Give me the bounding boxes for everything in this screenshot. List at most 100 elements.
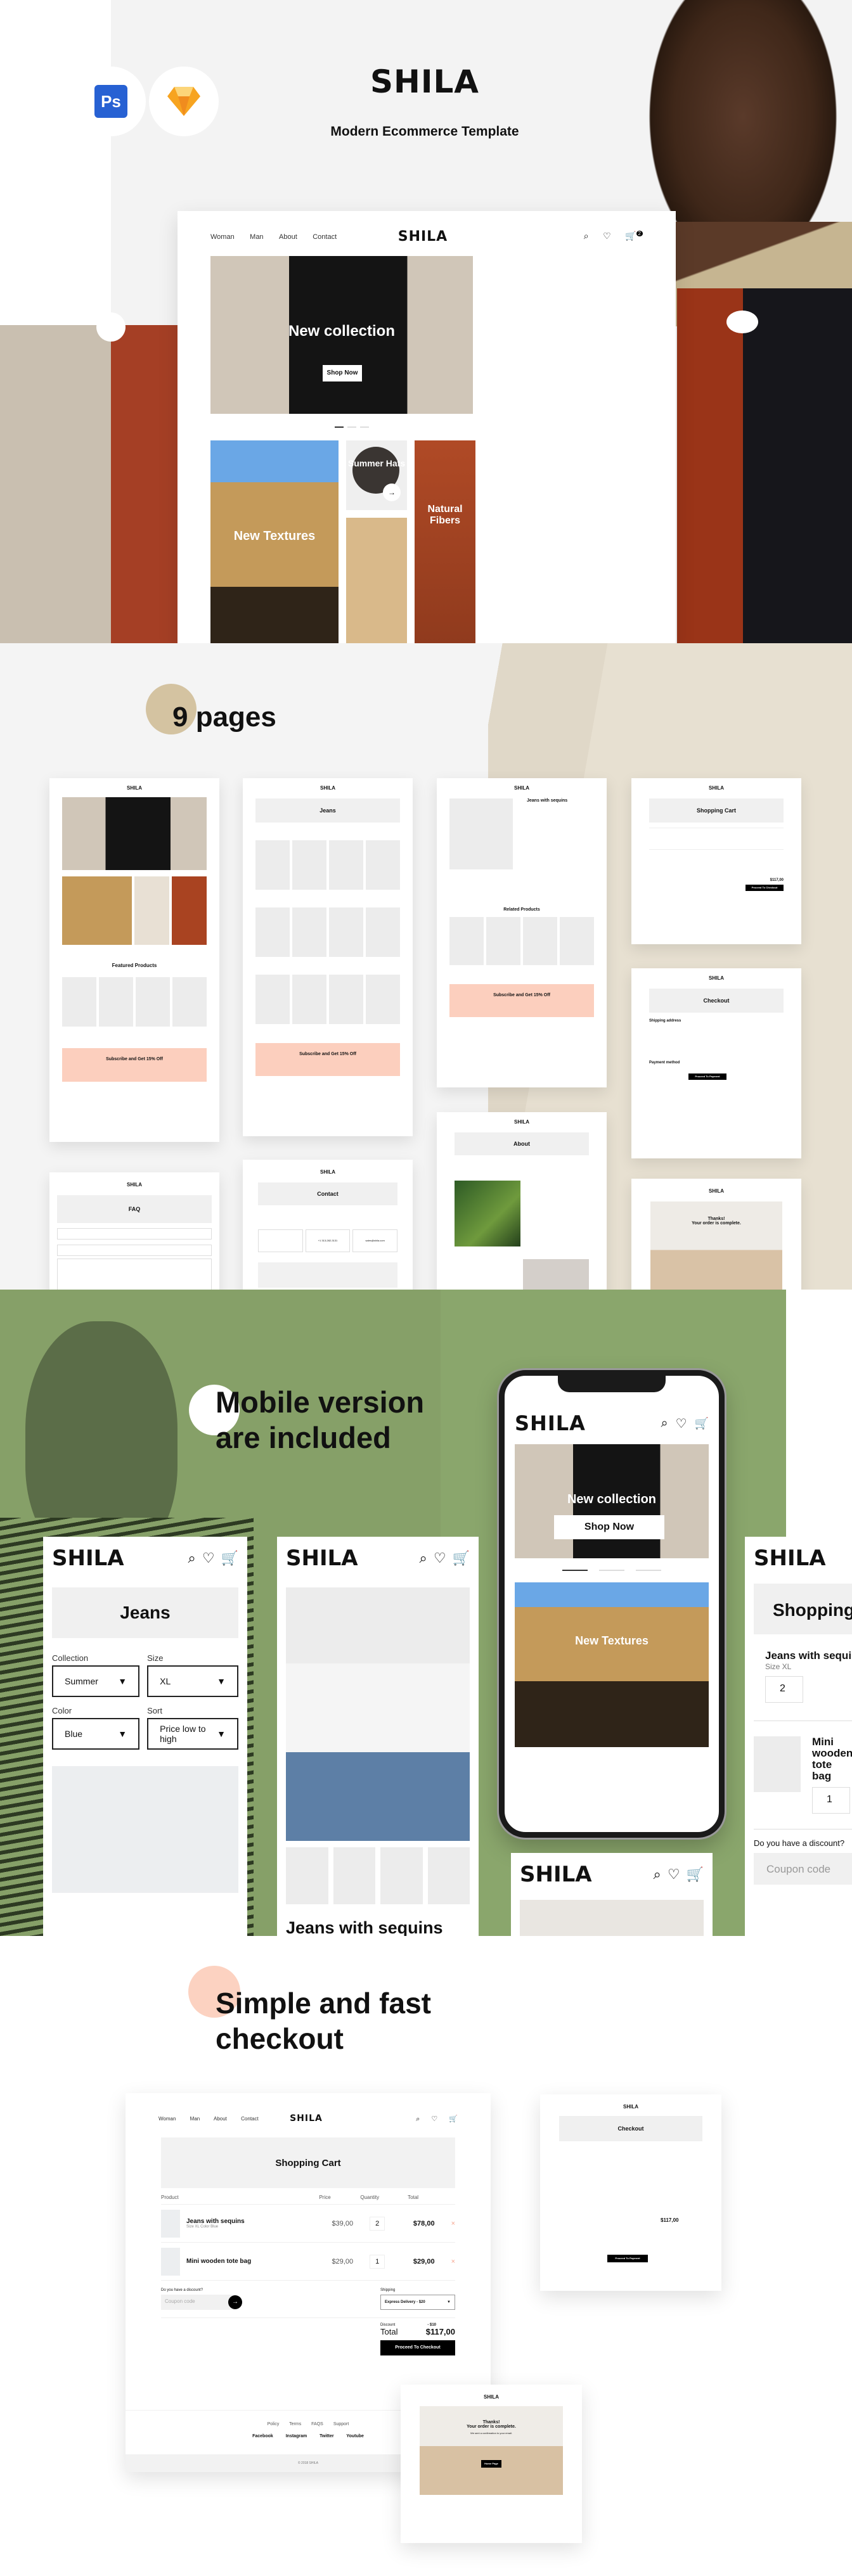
nav-link-woman[interactable]: Woman bbox=[158, 2116, 176, 2122]
site-logo[interactable]: SHILA bbox=[515, 1411, 653, 1435]
site-logo[interactable]: SHILA bbox=[286, 1546, 413, 1571]
quantity-stepper[interactable]: 2 bbox=[765, 1676, 803, 1703]
footer-link[interactable]: Support bbox=[333, 2422, 349, 2426]
product-thumbnail[interactable] bbox=[161, 2209, 180, 2238]
nav-link-contact[interactable]: Contact bbox=[313, 233, 337, 241]
mobile-section: Mobile version are included SHILA ⌕ ♡ 🛒 … bbox=[0, 1290, 852, 1936]
site-logo[interactable]: SHILA bbox=[52, 1546, 182, 1571]
carousel-dot[interactable] bbox=[360, 426, 369, 428]
search-icon[interactable]: ⌕ bbox=[416, 2115, 420, 2123]
coupon-input[interactable]: Coupon code bbox=[754, 1853, 852, 1885]
heart-icon[interactable]: ♡ bbox=[676, 1416, 687, 1432]
shop-now-button[interactable]: Shop Now bbox=[323, 365, 362, 381]
page-thumb-product[interactable]: SHILA Jeans with sequins Related Product… bbox=[437, 778, 607, 1087]
mobile-home-screen: SHILA ⌕ ♡ 🛒 bbox=[511, 1853, 713, 1936]
page-thumb-checkout[interactable]: SHILA Checkout Shipping address Payment … bbox=[631, 968, 801, 1158]
category-card-party-shoes[interactable] bbox=[346, 518, 407, 643]
footer-link[interactable]: Policy bbox=[268, 2422, 280, 2426]
decorative-dot bbox=[726, 311, 758, 333]
category-card-new-textures[interactable]: New Textures bbox=[515, 1582, 709, 1747]
caret-down-icon: ▼ bbox=[217, 1729, 226, 1739]
nav-link-man[interactable]: Man bbox=[190, 2116, 200, 2122]
search-icon[interactable]: ⌕ bbox=[188, 1550, 196, 1567]
nav-link-contact[interactable]: Contact bbox=[241, 2116, 259, 2122]
heart-icon[interactable]: ♡ bbox=[431, 2115, 437, 2123]
phone-notch bbox=[558, 1376, 666, 1392]
page-thumb-faq[interactable]: SHILA FAQ bbox=[49, 1172, 219, 1290]
category-card-summer-hats[interactable]: Summer Hats → bbox=[346, 440, 407, 510]
heart-icon[interactable]: ♡ bbox=[603, 231, 611, 241]
social-link-twitter[interactable]: Twitter bbox=[320, 2434, 333, 2438]
remove-icon[interactable]: × bbox=[451, 2258, 455, 2265]
cart-item: Jeans with sequinsSize XL2 bbox=[754, 1650, 852, 1705]
color-select[interactable]: Blue ▼ bbox=[52, 1718, 140, 1750]
carousel-dot-active[interactable] bbox=[335, 426, 344, 428]
page-thumb-contact[interactable]: SHILA Contact +1 313-282-3131 sales@shila… bbox=[243, 1160, 413, 1290]
site-logo[interactable]: SHILA bbox=[290, 2113, 323, 2124]
page-thumb-category[interactable]: SHILA Jeans Subscribe and Get 15% Off bbox=[243, 778, 413, 1136]
product-thumbnails bbox=[286, 1847, 470, 1904]
search-icon[interactable]: ⌕ bbox=[420, 1550, 427, 1567]
footer-link[interactable]: FAQS bbox=[311, 2422, 323, 2426]
nav-link-man[interactable]: Man bbox=[250, 233, 263, 241]
cart-icon[interactable]: 🛒 bbox=[695, 1417, 709, 1430]
category-card-natural-fibers[interactable]: Natural Fibers bbox=[415, 440, 475, 643]
category-label: New Textures bbox=[233, 529, 316, 543]
quantity-stepper[interactable]: 1 bbox=[370, 2254, 385, 2269]
heart-icon[interactable]: ♡ bbox=[668, 1866, 680, 1883]
category-card-new-textures[interactable]: New Textures bbox=[210, 440, 339, 643]
heart-icon[interactable]: ♡ bbox=[202, 1550, 215, 1567]
social-link-youtube[interactable]: Youtube bbox=[346, 2434, 363, 2438]
site-logo[interactable]: SHILA bbox=[398, 229, 448, 245]
category-label: Summer Hats bbox=[347, 458, 406, 468]
sort-select[interactable]: Price low to high ▼ bbox=[147, 1718, 238, 1750]
caret-down-icon: ▼ bbox=[118, 1676, 127, 1686]
cart-icon[interactable]: 🛒 bbox=[453, 1550, 470, 1567]
photoshop-icon: Ps bbox=[94, 85, 127, 118]
checkout-page-thumb[interactable]: SHILA Checkout $117,00 Proceed To Paymen… bbox=[540, 2094, 721, 2291]
footer-link[interactable]: Terms bbox=[289, 2422, 301, 2426]
social-link-instagram[interactable]: Instagram bbox=[286, 2434, 307, 2438]
apply-coupon-button[interactable]: → bbox=[228, 2295, 242, 2309]
cart-icon[interactable]: 🛒 bbox=[687, 1866, 704, 1883]
proceed-to-checkout-button[interactable]: Proceed To Checkout bbox=[380, 2340, 455, 2355]
quantity-stepper[interactable]: 2 bbox=[370, 2216, 385, 2231]
arrow-right-icon[interactable]: → bbox=[383, 484, 401, 501]
category-label: Natural Fibers bbox=[427, 504, 463, 526]
nav-link-woman[interactable]: Woman bbox=[210, 233, 235, 241]
product-image[interactable] bbox=[52, 1766, 238, 1893]
thanks-page-thumb[interactable]: SHILA Thanks! Your order is complete. We… bbox=[401, 2385, 582, 2543]
shipping-select[interactable]: Express Delivery - $20 ▼ bbox=[380, 2295, 455, 2310]
quantity-stepper[interactable]: 1 bbox=[812, 1787, 850, 1814]
cart-icon[interactable]: 🛒 bbox=[449, 2115, 458, 2123]
sketch-icon bbox=[167, 87, 200, 116]
mobile-section-title: Mobile version are included bbox=[216, 1385, 425, 1454]
decorative-dot bbox=[96, 312, 126, 342]
search-icon[interactable]: ⌕ bbox=[654, 1866, 661, 1883]
hero-subtitle: Modern Ecommerce Template bbox=[330, 124, 519, 139]
cart-icon[interactable]: 🛒 2 bbox=[625, 231, 643, 241]
page-thumb-home[interactable]: SHILA Featured Products Subscribe and Ge… bbox=[49, 778, 219, 1142]
page-thumb-about[interactable]: SHILA About bbox=[437, 1112, 607, 1290]
cart-icon[interactable]: 🛒 bbox=[221, 1550, 238, 1567]
shop-now-button[interactable]: Shop Now bbox=[554, 1515, 664, 1539]
page-thumb-thanks[interactable]: SHILA Thanks! Your order is complete. bbox=[631, 1179, 801, 1290]
size-select[interactable]: XL ▼ bbox=[147, 1665, 238, 1697]
collection-select[interactable]: Summer ▼ bbox=[52, 1665, 140, 1697]
search-icon[interactable]: ⌕ bbox=[661, 1416, 668, 1431]
product-main-image bbox=[286, 1587, 470, 1841]
nav-link-about[interactable]: About bbox=[214, 2116, 227, 2122]
desktop-home-mockup: Woman Man About Contact SHILA ⌕ ♡ 🛒 2 New… bbox=[178, 211, 676, 643]
social-link-facebook[interactable]: Facebook bbox=[252, 2434, 273, 2438]
site-logo[interactable]: SHILA bbox=[745, 1537, 852, 1571]
search-icon[interactable]: ⌕ bbox=[584, 231, 589, 241]
carousel-dot[interactable] bbox=[347, 426, 356, 428]
page-thumb-cart[interactable]: SHILA Shopping Cart $117,00 Proceed To C… bbox=[631, 778, 801, 944]
sketch-badge bbox=[149, 67, 219, 136]
heart-icon[interactable]: ♡ bbox=[434, 1550, 446, 1567]
remove-icon[interactable]: × bbox=[451, 2220, 455, 2227]
product-thumbnail[interactable] bbox=[161, 2247, 180, 2276]
nav-link-about[interactable]: About bbox=[279, 233, 297, 241]
coupon-input[interactable]: Coupon code bbox=[161, 2295, 235, 2310]
site-logo[interactable]: SHILA bbox=[520, 1862, 647, 1887]
